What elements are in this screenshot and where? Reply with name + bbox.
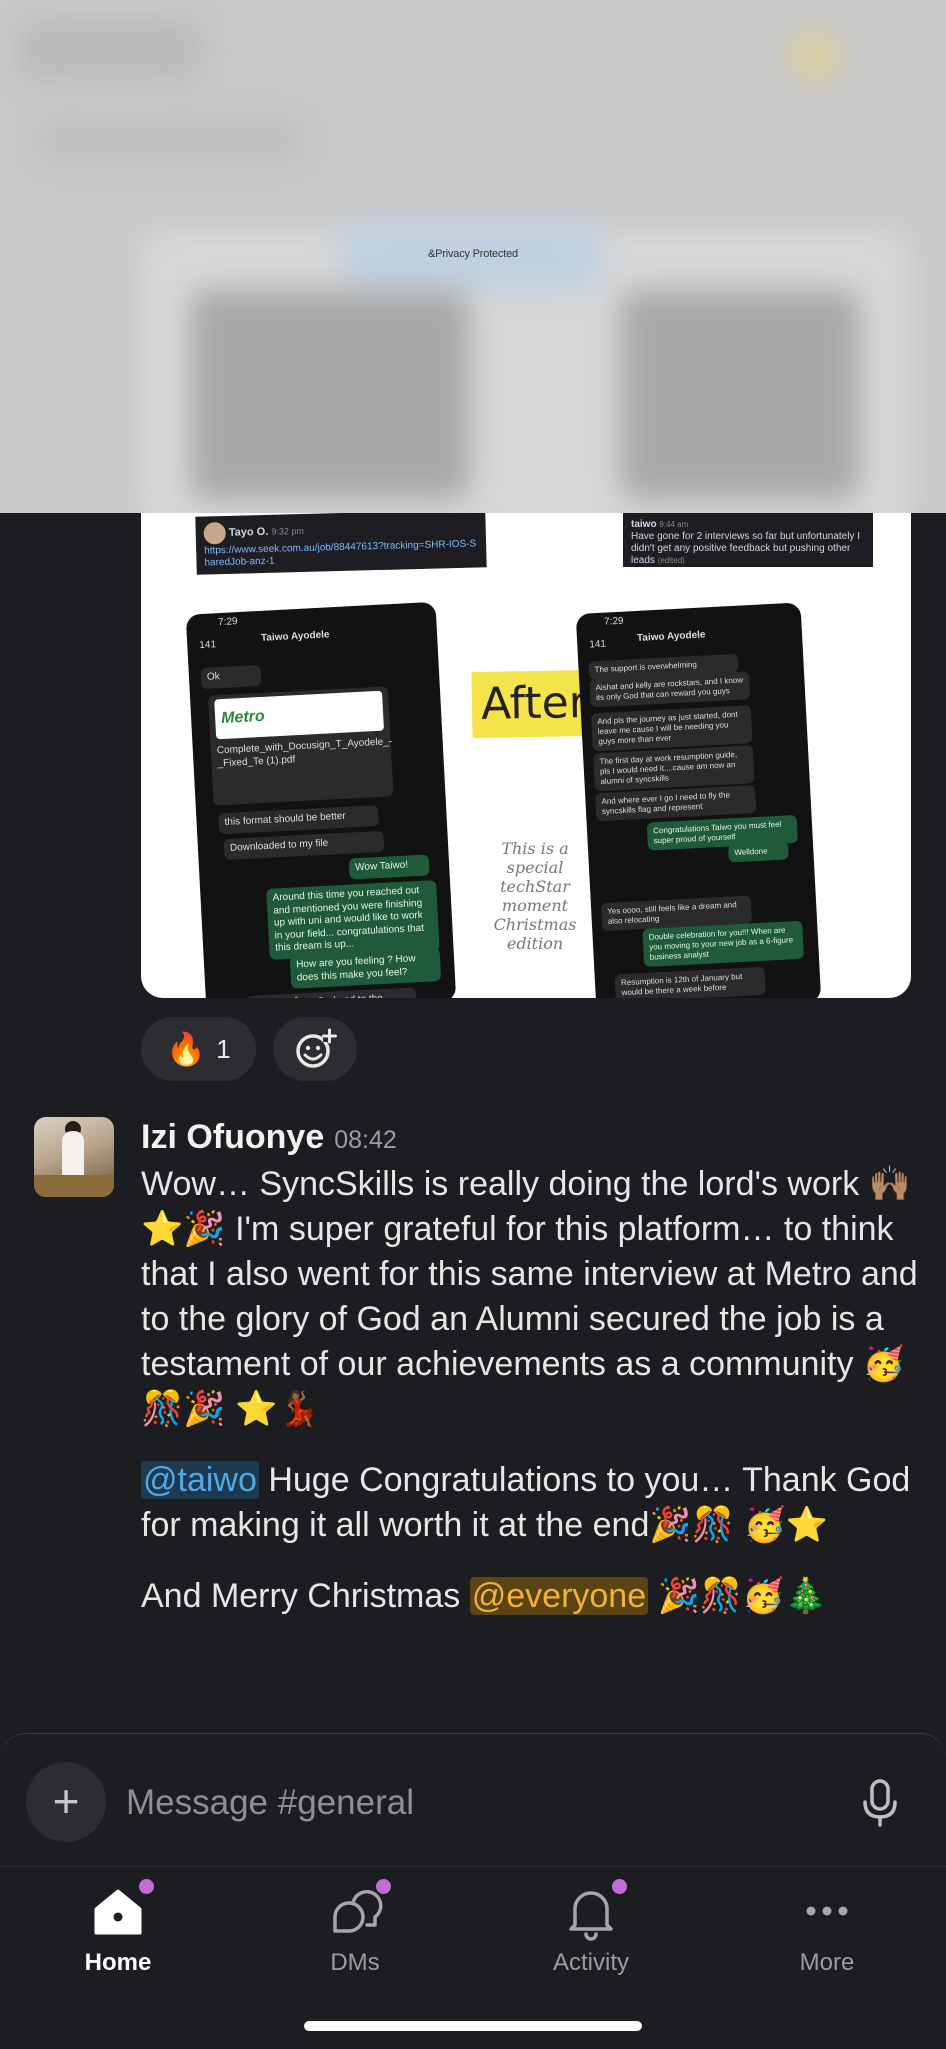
snippet-name: Tayo O. [228, 525, 269, 539]
message-bubble: And where ever I go I need to fly the sy… [595, 785, 757, 822]
snippet-link[interactable]: https://www.seek.com.au/job/88447613?tra… [204, 538, 476, 568]
user-mention[interactable]: @taiwo [141, 1461, 259, 1499]
special-note: This is a special techStar moment Christ… [493, 839, 577, 953]
message-bubble: Ok [200, 664, 262, 689]
nav-activity[interactable]: Activity [531, 1879, 651, 1977]
microphone-icon[interactable] [860, 1778, 900, 1828]
reaction-count: 1 [216, 1033, 231, 1064]
back-count: 141 [589, 638, 607, 651]
nav-label: DMs [330, 1949, 380, 1976]
message-text: And Merry Christmas [141, 1577, 470, 1615]
message-bubble: Double celebration for you!!! When are y… [642, 920, 805, 968]
avatar[interactable] [34, 1117, 114, 1197]
snippet-time: 9:44 am [659, 520, 689, 529]
message-bubble: Resumption is 12th of January but would … [614, 966, 766, 998]
snippet-tayo: Tayo O. 9:32 pm https://www.seek.com.au/… [195, 513, 487, 575]
contact-name: Taiwo Ayodele [636, 629, 706, 644]
snippet-name: taiwo [631, 519, 657, 530]
snippet-edited: (edited) [657, 556, 685, 565]
bell-icon [561, 1879, 627, 1941]
privacy-blurred-area: &Privacy Protected [0, 0, 946, 513]
everyone-mention[interactable]: @everyone [469, 1577, 649, 1615]
message-paragraph: @taiwo Huge Congratulations to you… Than… [141, 1458, 921, 1548]
back-count: 141 [199, 639, 217, 652]
contact-name: Taiwo Ayodele [260, 629, 330, 644]
nav-dms[interactable]: DMs [295, 1879, 415, 1977]
sender-name[interactable]: Izi Ofuonye [141, 1118, 324, 1157]
nav-more[interactable]: More [767, 1881, 887, 1977]
snippet-taiwo: taiwo 9:44 am Have gone for 2 interviews… [623, 513, 873, 567]
message-bubble: Wow Taiwo! [348, 854, 430, 880]
fire-reaction[interactable]: 🔥 1 [141, 1017, 256, 1081]
avatar [203, 522, 227, 545]
pdf-bubble: Metro Complete_with_Docusign_T_Ayodele_-… [207, 686, 394, 806]
message-header: Izi Ofuonye 08:42 [141, 1118, 397, 1157]
message-bubble: How are you feeling ? How does this make… [289, 947, 442, 989]
snippet-time: 9:32 pm [271, 525, 305, 537]
pdf-filename: Complete_with_Docusign_T_Ayodele_-_Fixed… [216, 736, 393, 769]
nav-label: More [799, 1949, 855, 1976]
chat-screenshot-right: 7:29 141 Taiwo Ayodele The support is ov… [575, 602, 822, 998]
home-indicator [304, 2021, 642, 2031]
dms-icon [325, 1879, 391, 1941]
message-composer: + [0, 1733, 946, 1866]
status-clock: 7:29 [603, 615, 624, 628]
message-bubble: And pls the journey as just started, don… [590, 705, 753, 752]
pdf-brand: Metro [214, 690, 385, 740]
shared-image[interactable]: Tayo O. 9:32 pm https://www.seek.com.au/… [141, 513, 911, 998]
message-bubble: Grateful 🙏 to God and to the entire [245, 987, 418, 998]
message-bubble: The first day at work resumption guide, … [593, 745, 755, 792]
status-clock: 7:29 [217, 616, 238, 629]
privacy-protected-label: &Privacy Protected [428, 248, 518, 260]
message-bubble: Around this time you reached out and men… [266, 880, 440, 960]
plus-icon[interactable]: + [26, 1762, 106, 1842]
more-icon [797, 1881, 857, 1941]
nav-label: Activity [552, 1949, 629, 1976]
message-time: 08:42 [334, 1126, 397, 1154]
message-body: Wow… SyncSkills is really doing the lord… [141, 1162, 921, 1645]
message-bubble: Downloaded to my file [223, 830, 385, 860]
after-label: After [471, 669, 597, 739]
message-bubble: this format should be better [218, 805, 379, 834]
chat-screenshot-left: 7:29 141 Taiwo Ayodele Ok Metro Complete… [185, 601, 457, 998]
message-bubble: Welldone [727, 841, 789, 863]
add-reaction-button[interactable] [273, 1017, 357, 1081]
message-paragraph: Wow… SyncSkills is really doing the lord… [141, 1165, 918, 1428]
nav-home[interactable]: Home [58, 1879, 178, 1977]
message-input[interactable] [124, 1778, 828, 1828]
add-emoji-icon [296, 1028, 337, 1068]
message-paragraph: And Merry Christmas @everyone 🎉🎊🥳🎄 [141, 1574, 921, 1619]
nav-label: Home [84, 1949, 152, 1976]
fire-emoji-icon: 🔥 [166, 1030, 207, 1068]
message-text: 🎉🎊🥳🎄 [648, 1577, 827, 1615]
home-icon [88, 1879, 154, 1941]
